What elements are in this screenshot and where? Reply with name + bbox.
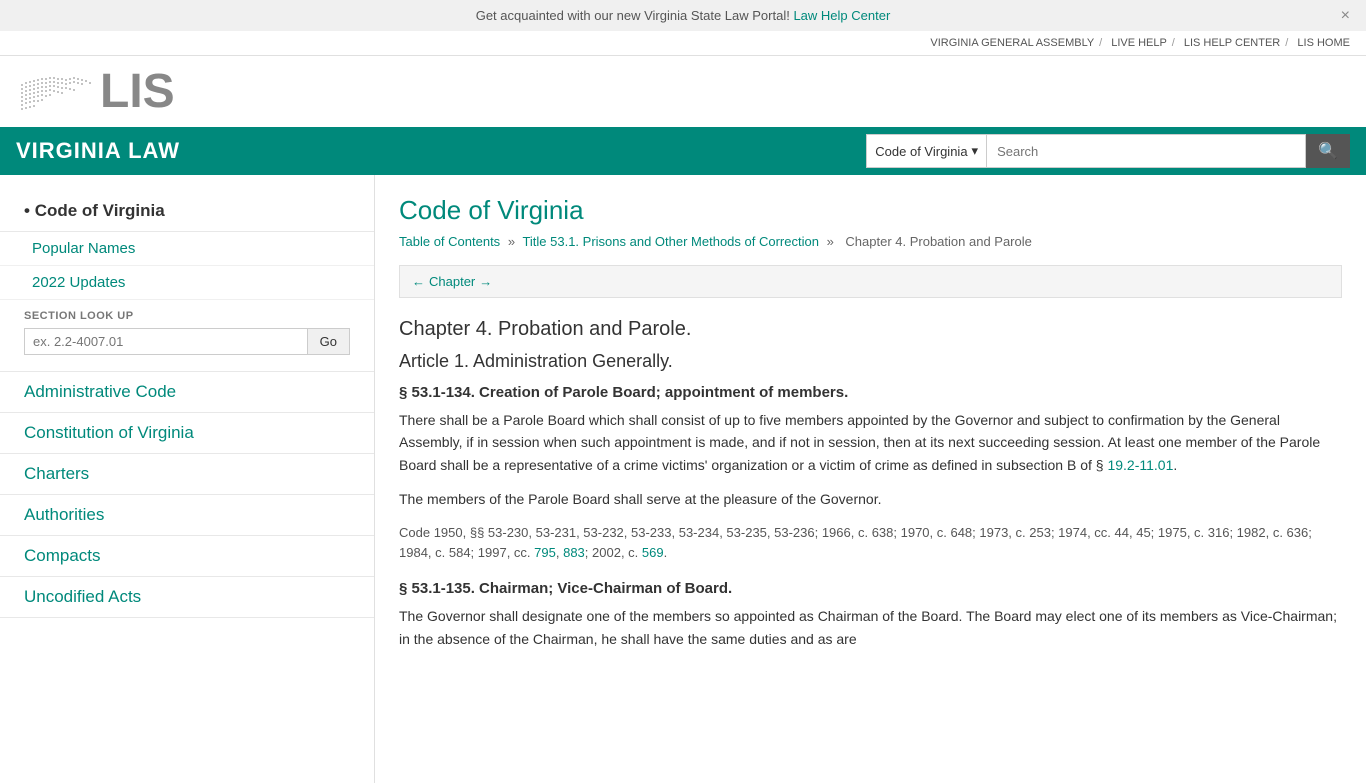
section-lookup-label: SECTION LOOK UP bbox=[24, 310, 350, 322]
notification-close[interactable]: × bbox=[1341, 7, 1350, 25]
breadcrumb-separator-1: » bbox=[508, 234, 515, 249]
sidebar-item-compacts[interactable]: Compacts bbox=[0, 536, 374, 577]
site-header: LIS bbox=[0, 56, 1366, 127]
utility-nav-lis-help[interactable]: LIS HELP CENTER bbox=[1184, 37, 1280, 49]
logo-text: LIS bbox=[100, 68, 175, 116]
breadcrumb-title[interactable]: Title 53.1. Prisons and Other Methods of… bbox=[522, 234, 819, 249]
sidebar-item-administrative-code[interactable]: Administrative Code bbox=[0, 372, 374, 413]
citation-link-795[interactable]: 795 bbox=[534, 545, 556, 560]
breadcrumb: Table of Contents » Title 53.1. Prisons … bbox=[399, 234, 1342, 249]
main-layout: Code of Virginia Popular Names 2022 Upda… bbox=[0, 175, 1366, 783]
section-lookup: SECTION LOOK UP Go bbox=[0, 300, 374, 372]
chapter-heading: Chapter 4. Probation and Parole. bbox=[399, 318, 1342, 341]
page-title: Code of Virginia bbox=[399, 195, 1342, 226]
chapter-nav: ← Chapter → bbox=[399, 265, 1342, 298]
right-arrow-icon: → bbox=[479, 274, 492, 289]
notification-bar: Get acquainted with our new Virginia Sta… bbox=[0, 0, 1366, 31]
main-nav: VIRGINIA LAW Code of Virginia ▾ 🔍 bbox=[0, 127, 1366, 175]
left-arrow-icon: ← bbox=[412, 274, 425, 289]
utility-nav: VIRGINIA GENERAL ASSEMBLY / LIVE HELP / … bbox=[0, 31, 1366, 56]
section-53-1-134-heading: § 53.1-134. Creation of Parole Board; ap… bbox=[399, 384, 1342, 401]
chapter-nav-label: Chapter bbox=[429, 274, 475, 289]
link-19-2-11-01[interactable]: 19.2-11.01 bbox=[1107, 457, 1173, 473]
section-53-1-135-para-1: The Governor shall designate one of the … bbox=[399, 605, 1342, 650]
utility-nav-live-help[interactable]: LIVE HELP bbox=[1111, 37, 1166, 49]
sidebar-item-popular-names[interactable]: Popular Names bbox=[0, 232, 374, 266]
search-container: Code of Virginia ▾ 🔍 bbox=[866, 134, 1350, 168]
logo-container: LIS bbox=[16, 64, 175, 119]
notification-link[interactable]: Law Help Center bbox=[793, 8, 890, 23]
breadcrumb-toc[interactable]: Table of Contents bbox=[399, 234, 500, 249]
sidebar-item-authorities[interactable]: Authorities bbox=[0, 495, 374, 536]
sidebar-item-2022-updates[interactable]: 2022 Updates bbox=[0, 266, 374, 300]
section-53-1-134: § 53.1-134. Creation of Parole Board; ap… bbox=[399, 384, 1342, 564]
content-area: Code of Virginia Table of Contents » Tit… bbox=[375, 175, 1366, 783]
utility-nav-lis-home[interactable]: LIS HOME bbox=[1297, 37, 1350, 49]
citation-link-883[interactable]: 883 bbox=[563, 545, 585, 560]
site-title: VIRGINIA LAW bbox=[16, 138, 866, 164]
article-heading: Article 1. Administration Generally. bbox=[399, 351, 1342, 372]
sidebar-item-code-of-virginia[interactable]: Code of Virginia bbox=[0, 191, 374, 232]
chevron-down-icon: ▾ bbox=[972, 143, 979, 159]
section-53-1-135: § 53.1-135. Chairman; Vice-Chairman of B… bbox=[399, 580, 1342, 650]
search-button[interactable]: 🔍 bbox=[1306, 134, 1350, 168]
search-scope-dropdown[interactable]: Code of Virginia ▾ bbox=[866, 134, 986, 168]
sidebar-item-uncodified-acts[interactable]: Uncodified Acts bbox=[0, 577, 374, 618]
notification-text: Get acquainted with our new Virginia Sta… bbox=[476, 8, 790, 23]
section-53-1-134-citations: Code 1950, §§ 53-230, 53-231, 53-232, 53… bbox=[399, 523, 1342, 565]
sidebar-item-charters[interactable]: Charters bbox=[0, 454, 374, 495]
chapter-nav-back[interactable]: ← Chapter → bbox=[412, 274, 492, 289]
search-input[interactable] bbox=[986, 134, 1306, 168]
breadcrumb-chapter: Chapter 4. Probation and Parole bbox=[845, 234, 1031, 249]
section-lookup-row: Go bbox=[24, 328, 350, 355]
utility-nav-general-assembly[interactable]: VIRGINIA GENERAL ASSEMBLY bbox=[930, 37, 1094, 49]
search-icon: 🔍 bbox=[1318, 143, 1338, 160]
section-lookup-button[interactable]: Go bbox=[308, 328, 350, 355]
breadcrumb-separator-2: » bbox=[827, 234, 838, 249]
section-53-1-134-para-2: The members of the Parole Board shall se… bbox=[399, 488, 1342, 510]
logo-svg bbox=[16, 64, 96, 119]
section-53-1-135-heading: § 53.1-135. Chairman; Vice-Chairman of B… bbox=[399, 580, 1342, 597]
section-lookup-input[interactable] bbox=[24, 328, 308, 355]
citation-link-569[interactable]: 569 bbox=[642, 545, 664, 560]
section-53-1-134-para-1: There shall be a Parole Board which shal… bbox=[399, 409, 1342, 476]
sidebar-item-constitution-of-virginia[interactable]: Constitution of Virginia bbox=[0, 413, 374, 454]
sidebar: Code of Virginia Popular Names 2022 Upda… bbox=[0, 175, 375, 783]
